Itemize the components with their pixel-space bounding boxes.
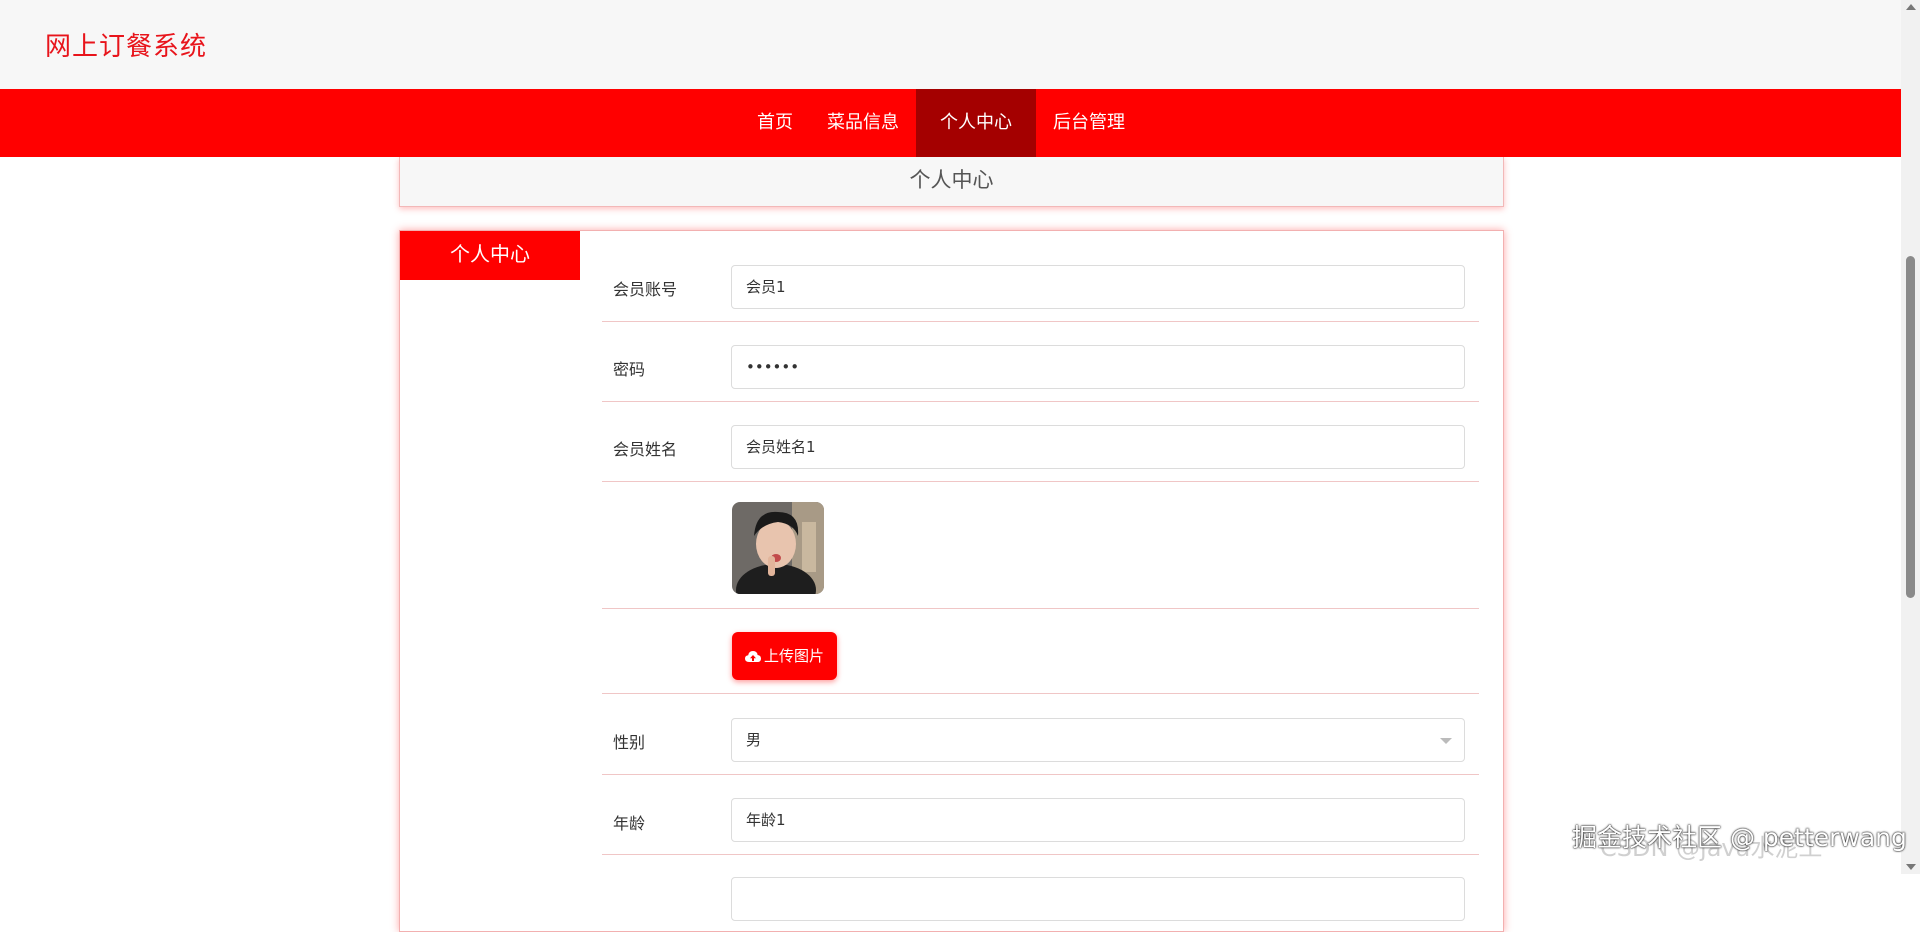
form-row-name: 会员姓名 会员姓名1: [602, 402, 1479, 482]
nav-item-profile[interactable]: 个人中心: [916, 89, 1036, 157]
sidebar-item-profile[interactable]: 个人中心: [400, 231, 580, 280]
scroll-down-icon[interactable]: [1906, 864, 1916, 870]
nav-item-admin[interactable]: 后台管理: [1036, 89, 1142, 157]
account-field[interactable]: 会员1: [731, 265, 1465, 309]
name-field[interactable]: 会员姓名1: [731, 425, 1465, 469]
account-label: 会员账号: [613, 280, 678, 299]
avatar-photo: [732, 502, 824, 594]
nav-items: 首页 菜品信息 个人中心 后台管理: [740, 89, 1142, 157]
main-navbar: 首页 菜品信息 个人中心 后台管理: [0, 89, 1901, 157]
scroll-up-icon[interactable]: [1906, 4, 1916, 10]
nav-item-home[interactable]: 首页: [740, 89, 810, 157]
upload-image-button[interactable]: 上传图片: [732, 632, 837, 680]
chevron-down-icon: [1440, 738, 1452, 744]
password-field[interactable]: ••••••: [731, 345, 1465, 389]
form-row-next: [602, 855, 1479, 921]
scroll-thumb[interactable]: [1906, 256, 1915, 598]
avatar: [732, 502, 824, 594]
form-row-upload: 上传图片: [602, 609, 1479, 694]
profile-panel: 个人中心 会员账号 会员1 密码 •••••• 会员姓名 会员姓名1 上传图片 …: [399, 230, 1504, 932]
gender-selected-value: 男: [746, 731, 762, 749]
gender-label: 性别: [613, 733, 646, 752]
page-scrollbar[interactable]: [1901, 0, 1920, 874]
age-field[interactable]: 年龄1: [731, 798, 1465, 842]
nav-item-dishes[interactable]: 菜品信息: [810, 89, 916, 157]
section-title: 个人中心: [399, 157, 1504, 207]
upload-button-label: 上传图片: [763, 647, 824, 665]
form-row-account: 会员账号 会员1: [602, 231, 1479, 322]
profile-form: 会员账号 会员1 密码 •••••• 会员姓名 会员姓名1 上传图片 性别 男 …: [602, 231, 1479, 921]
watermark: 掘金技术社区 @ petterwang: [1572, 823, 1907, 852]
gender-select[interactable]: 男: [731, 718, 1465, 762]
age-label: 年龄: [613, 814, 646, 833]
password-label: 密码: [613, 360, 646, 379]
form-row-age: 年龄 年龄1: [602, 775, 1479, 855]
name-label: 会员姓名: [613, 440, 678, 459]
top-header: 网上订餐系统: [0, 0, 1901, 89]
form-row-gender: 性别 男: [602, 694, 1479, 775]
form-row-avatar: [602, 482, 1479, 609]
next-field[interactable]: [731, 877, 1465, 921]
cloud-upload-icon: [744, 651, 761, 662]
site-title[interactable]: 网上订餐系统: [45, 26, 207, 63]
form-row-password: 密码 ••••••: [602, 322, 1479, 402]
